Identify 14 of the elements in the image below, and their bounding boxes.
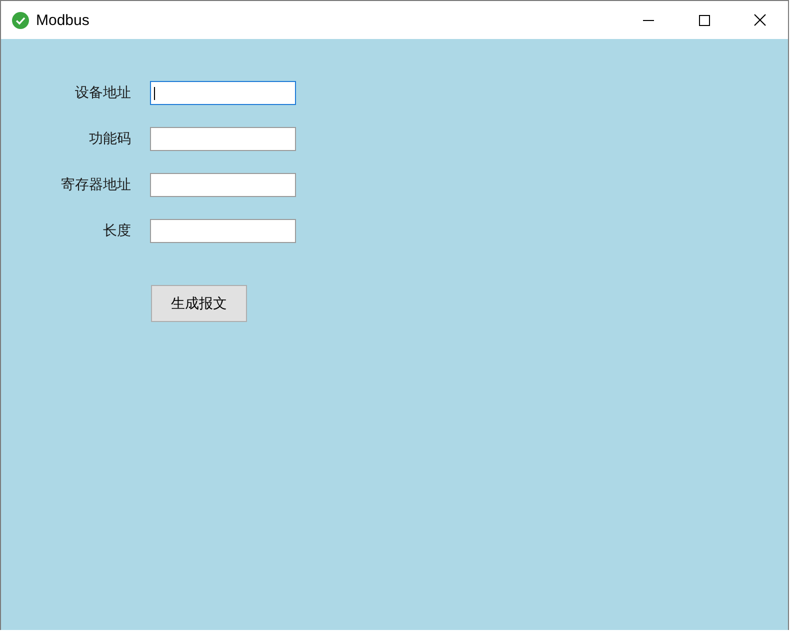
maximize-icon <box>698 14 710 26</box>
check-icon <box>12 12 29 28</box>
input-field[interactable] <box>150 173 296 197</box>
input-field[interactable] <box>150 127 296 151</box>
field-label: 寄存器地址 <box>61 176 131 194</box>
input-field[interactable] <box>150 219 296 243</box>
field-label: 功能码 <box>89 130 131 148</box>
close-icon <box>754 14 766 26</box>
generate-button[interactable]: 生成报文 <box>151 285 247 322</box>
window-title: Modbus <box>36 12 90 28</box>
field-label: 长度 <box>103 222 131 240</box>
input-field[interactable] <box>150 81 296 105</box>
field-label: 设备地址 <box>75 84 131 102</box>
text-cursor <box>154 87 155 100</box>
